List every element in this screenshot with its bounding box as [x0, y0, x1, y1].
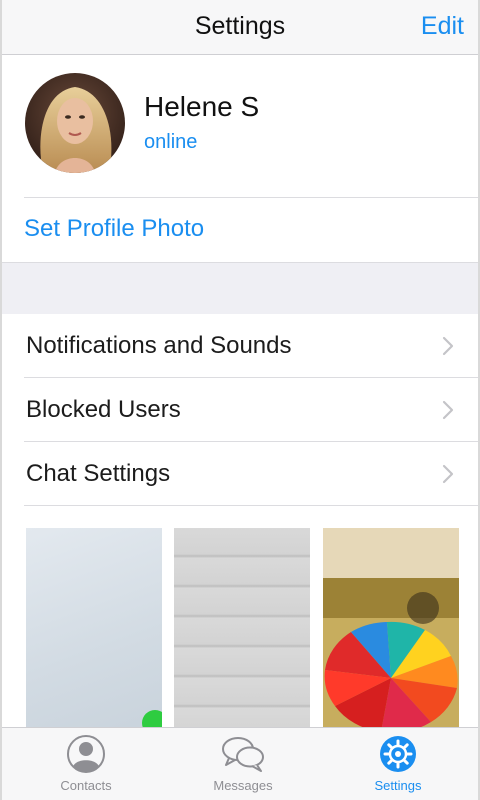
set-profile-photo-button[interactable]: Set Profile Photo — [24, 215, 204, 243]
profile-status: online — [144, 131, 198, 153]
umbrella-image — [323, 528, 459, 728]
profile-section: Helene S online — [2, 55, 478, 195]
menu-item-label: Notifications and Sounds — [26, 332, 292, 359]
menu-item-chat-settings[interactable]: Chat Settings — [2, 442, 478, 506]
wallpaper-rainbow-umbrella[interactable] — [323, 528, 459, 728]
chevron-right-icon — [442, 336, 454, 356]
profile-name: Helene S — [144, 91, 260, 122]
navigation-bar: Settings Edit — [2, 0, 478, 55]
divider — [24, 197, 478, 198]
settings-screen: Settings Edit Helene S online Set Profil… — [0, 0, 480, 800]
person-icon — [67, 735, 105, 773]
chevron-right-icon — [442, 464, 454, 484]
tab-label: Messages — [213, 778, 273, 793]
section-separator — [2, 262, 478, 316]
menu-item-label: Blocked Users — [26, 396, 181, 423]
wallpaper-gallery — [2, 514, 478, 728]
tab-label: Contacts — [60, 778, 112, 793]
edit-button[interactable]: Edit — [421, 12, 464, 41]
chat-bubbles-icon — [222, 737, 264, 772]
page-title: Settings — [194, 12, 286, 40]
tab-label: Settings — [374, 778, 422, 793]
chevron-right-icon — [442, 400, 454, 420]
avatar-image — [25, 73, 125, 173]
avatar[interactable] — [25, 73, 125, 173]
divider — [24, 505, 478, 506]
wallpaper-light-blue-texture[interactable] — [26, 528, 162, 728]
menu-item-notifications-and-sounds[interactable]: Notifications and Sounds — [2, 314, 478, 378]
tab-settings[interactable]: Settings — [338, 734, 458, 798]
gear-icon — [380, 736, 416, 772]
menu-item-label: Chat Settings — [26, 460, 171, 487]
selected-indicator — [142, 710, 162, 728]
tab-messages[interactable]: Messages — [183, 734, 303, 798]
tab-contacts[interactable]: Contacts — [26, 734, 146, 798]
tab-bar: Contacts Messages Settings — [2, 727, 478, 800]
wallpaper-grey-wood-planks[interactable] — [174, 528, 310, 728]
menu-item-blocked-users[interactable]: Blocked Users — [2, 378, 478, 442]
